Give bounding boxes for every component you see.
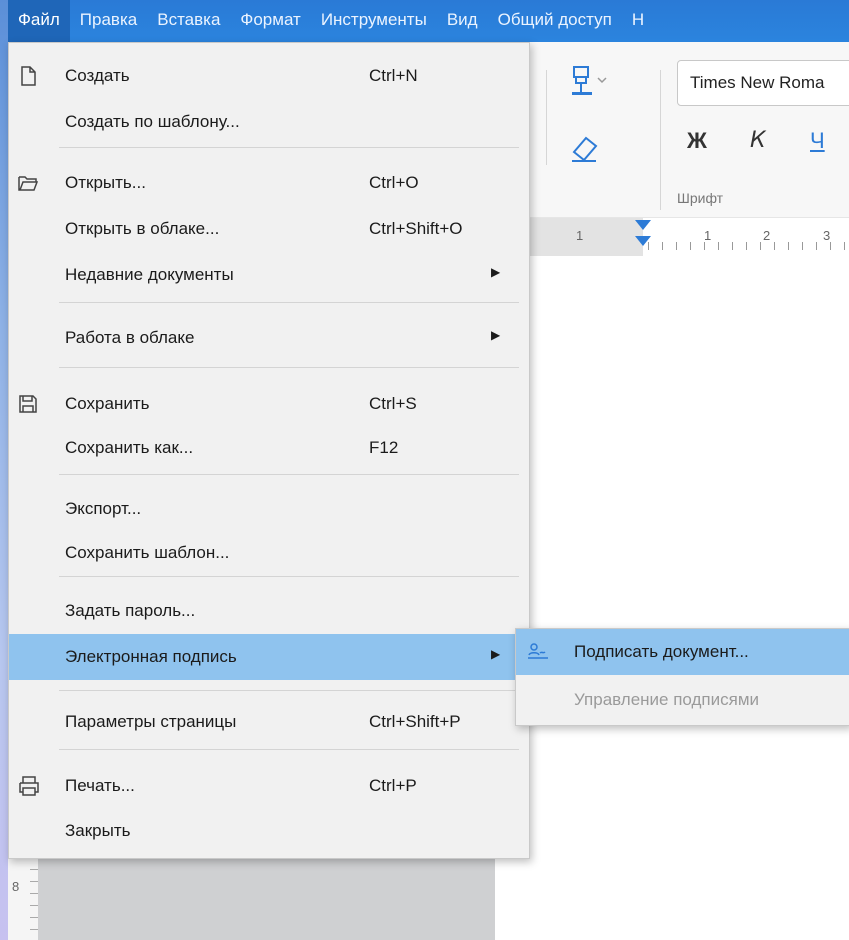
menu-item-shortcut: Ctrl+N [369,66,418,85]
menu-item-shortcut: Ctrl+P [369,776,417,795]
menu-item-shortcut: Ctrl+S [369,394,417,413]
ruler-number: 1 [704,228,712,243]
italic-button[interactable]: К [750,128,766,153]
menu-file[interactable]: Файл [8,0,70,42]
menu-separator [59,147,519,148]
menu-tools[interactable]: Инструменты [311,0,437,42]
menu-format[interactable]: Формат [230,0,310,42]
menu-view[interactable]: Вид [437,0,488,42]
toolbar-divider [546,70,547,165]
menu-item-save-template[interactable]: Сохранить шаблон... [9,530,529,576]
font-name-combobox[interactable]: Times New Roma [677,60,849,106]
ruler-ticks [648,242,848,250]
font-group-label: Шрифт [677,190,724,206]
ruler-number: 2 [763,228,771,243]
menu-item-label: Параметры страницы [65,712,237,731]
menu-item-label: Сохранить как... [65,438,194,457]
submenu-arrow-icon: ▶ [491,328,501,342]
menu-insert[interactable]: Вставка [147,0,230,42]
underline-button[interactable]: Ч [810,128,825,154]
submenu-arrow-icon: ▶ [491,265,501,279]
ruler-number: 1 [576,228,584,243]
menu-item-new[interactable]: Создать Ctrl+N [9,53,529,99]
menu-separator [59,474,519,475]
ruler-number: 8 [12,879,20,894]
menu-item-label: Открыть... [65,173,146,192]
menu-item-label: Сохранить [65,394,150,413]
eraser-icon[interactable] [568,130,604,171]
bold-button[interactable]: Ж [687,128,707,154]
vertical-ruler: 8 [8,857,39,940]
submenu-item-sign-document[interactable]: Подписать документ... [516,629,849,675]
menu-item-open[interactable]: Открыть... Ctrl+O [9,160,529,206]
menu-separator [59,302,519,303]
menu-item-shortcut: Ctrl+Shift+P [369,712,461,731]
file-menu: Создать Ctrl+N Создать по шаблону... Отк… [8,42,530,859]
menu-item-save[interactable]: Сохранить Ctrl+S [9,381,529,427]
submenu-arrow-icon: ▶ [491,647,501,661]
ruler-margin [528,218,643,256]
open-folder-icon [17,172,39,194]
submenu-item-label: Управление подписями [574,690,760,709]
menu-edit[interactable]: Правка [70,0,147,42]
left-indent-marker[interactable] [635,236,651,246]
new-document-icon [17,65,39,87]
menu-item-shortcut: Ctrl+O [369,173,419,192]
menu-sharing[interactable]: Общий доступ [488,0,622,42]
menu-separator [59,367,519,368]
menu-item-export[interactable]: Экспорт... [9,486,529,532]
ruler-number: 3 [823,228,831,243]
menu-item-page-setup[interactable]: Параметры страницы Ctrl+Shift+P [9,699,529,745]
submenu-item-label: Подписать документ... [574,642,749,661]
menu-item-label: Недавние документы [65,265,234,284]
ruler-ticks [30,857,38,940]
sign-document-icon [526,641,550,661]
menu-separator [59,749,519,750]
menu-item-label: Создать [65,66,130,85]
menu-item-label: Открыть в облаке... [65,219,220,238]
menu-item-shortcut: F12 [369,438,399,457]
menu-item-new-from-template[interactable]: Создать по шаблону... [9,99,529,145]
first-line-indent-marker[interactable] [635,220,651,230]
menu-item-label: Печать... [65,776,135,795]
menu-item-label: Электронная подпись [65,647,237,666]
menu-item-cloud-work[interactable]: Работа в облаке ▶ [9,315,529,361]
menu-item-label: Задать пароль... [65,601,196,620]
menu-item-shortcut: Ctrl+Shift+O [369,219,463,238]
format-painter-icon[interactable] [568,64,608,105]
menu-item-print[interactable]: Печать... Ctrl+P [9,763,529,809]
digital-signature-submenu: Подписать документ... Управление подпися… [515,628,849,726]
menu-truncated[interactable]: Н [622,0,654,42]
printer-icon [17,775,39,797]
menu-item-label: Сохранить шаблон... [65,543,230,562]
menu-bar: Файл Правка Вставка Формат Инструменты В… [8,0,849,42]
menu-item-recent-documents[interactable]: Недавние документы ▶ [9,252,529,298]
submenu-item-manage-signatures: Управление подписями [516,677,849,723]
menu-separator [59,690,519,691]
menu-item-close[interactable]: Закрыть [9,808,529,854]
menu-item-open-cloud[interactable]: Открыть в облаке... Ctrl+Shift+O [9,206,529,252]
menu-item-digital-signature[interactable]: Электронная подпись ▶ [9,634,529,680]
menu-item-label: Создать по шаблону... [65,112,240,131]
menu-item-save-as[interactable]: Сохранить как... F12 [9,425,529,471]
save-icon [17,393,39,415]
toolbar-divider [660,70,661,210]
menu-item-label: Работа в облаке [65,328,195,347]
menu-item-set-password[interactable]: Задать пароль... [9,588,529,634]
menu-separator [59,576,519,577]
menu-item-label: Закрыть [65,821,131,840]
page-background [38,857,495,940]
menu-item-label: Экспорт... [65,499,142,518]
